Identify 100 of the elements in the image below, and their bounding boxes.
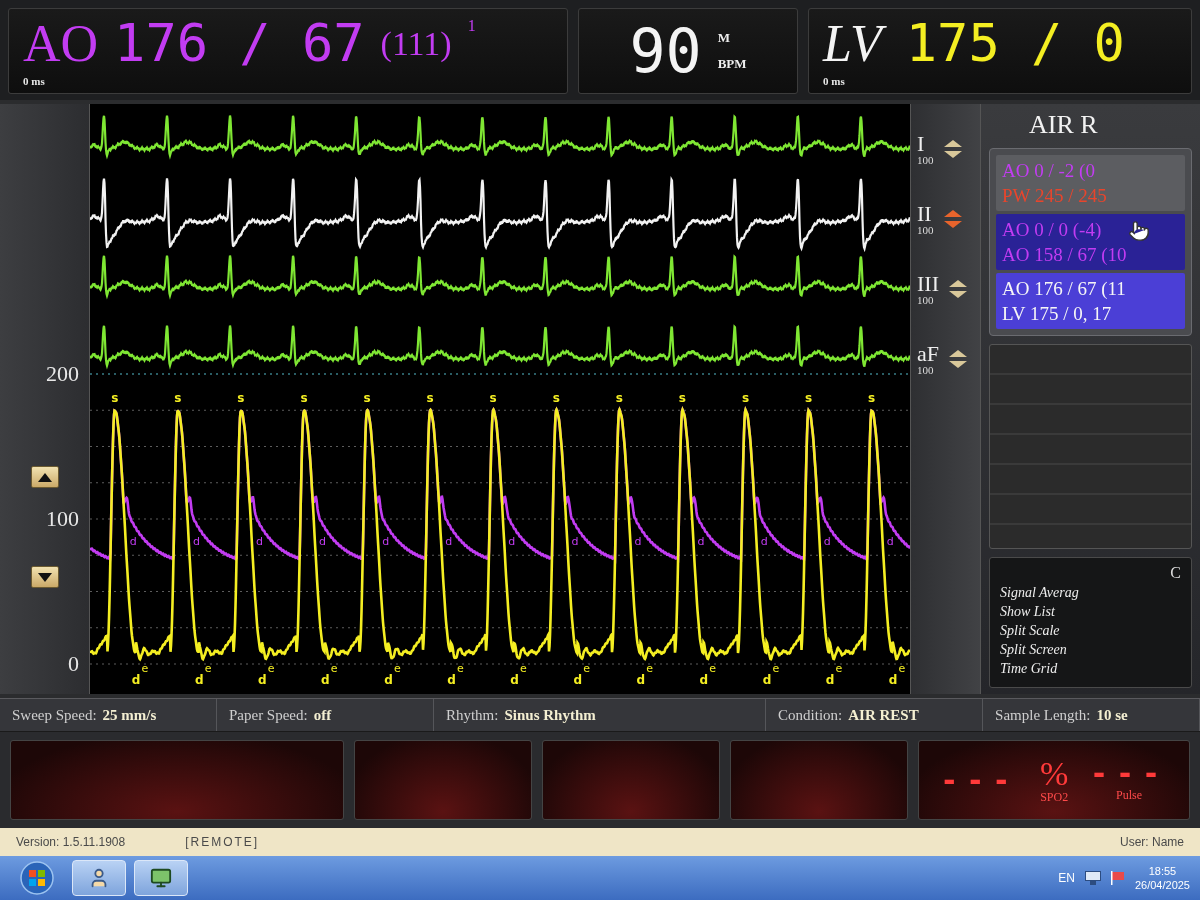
notch-marker: d <box>256 534 263 548</box>
pressure-value: 176 / 67 <box>114 15 365 73</box>
rate-unit: BPM <box>717 56 747 72</box>
recording-label: AO 0 / 0 (-4) <box>1002 218 1102 242</box>
channel-index: 1 <box>467 17 476 36</box>
options-title: C <box>1170 564 1181 582</box>
notch-marker: d <box>760 534 768 548</box>
down-triangle-icon <box>37 572 52 582</box>
systolic-marker: s <box>868 391 876 406</box>
notch-marker: d <box>823 534 831 548</box>
delay-caption: 0 ms <box>23 74 45 87</box>
info-field: Condition: AIR REST <box>766 699 984 731</box>
hand-pointer-icon <box>1128 220 1150 242</box>
diastolic-marker: d <box>573 673 582 687</box>
systolic-marker: s <box>426 391 434 406</box>
option-item[interactable]: Signal Averag <box>1000 585 1079 601</box>
lead-gain: 100 <box>917 224 934 236</box>
end-diastolic-marker: e <box>520 662 527 675</box>
systolic-marker: s <box>300 391 308 406</box>
notch-marker: d <box>697 534 705 548</box>
start-orb-icon <box>20 861 54 895</box>
lead-gain: 100 <box>917 294 935 306</box>
systolic-marker: s <box>741 391 750 406</box>
notch-marker: d <box>886 534 894 548</box>
option-item[interactable]: Split Scale <box>1000 623 1060 639</box>
recording-label: AO 158 / 67 (10 <box>1002 243 1127 267</box>
recording-label: LV 175 / 0, 17 <box>1002 302 1112 326</box>
mode-text: [REMOTE] <box>185 835 260 849</box>
info-field: Paper Speed: off <box>216 699 434 731</box>
flag-icon[interactable] <box>1110 871 1125 885</box>
end-diastolic-marker: e <box>709 662 717 675</box>
diastolic-marker: d <box>510 673 519 687</box>
diastolic-marker: d <box>321 673 330 687</box>
delay-caption: 0 ms <box>823 74 845 87</box>
computer-screen-icon[interactable] <box>1084 871 1101 885</box>
lead-gain: 100 <box>917 154 934 166</box>
notch-marker: d <box>129 534 137 548</box>
systolic-marker: s <box>489 391 497 406</box>
diastolic-marker: d <box>762 673 772 687</box>
up-triangle-icon <box>37 472 52 482</box>
mean-pressure: (111) <box>380 25 452 63</box>
systolic-marker: s <box>615 391 623 406</box>
diastolic-marker: d <box>447 673 456 687</box>
systolic-marker: s <box>237 391 245 406</box>
systolic-marker: s <box>552 391 560 406</box>
systolic-marker: s <box>678 391 686 406</box>
diastolic-marker: d <box>888 673 898 687</box>
systolic-marker: s <box>363 391 371 406</box>
scale-up-button[interactable] <box>30 466 59 488</box>
end-diastolic-marker: e <box>835 662 843 675</box>
lead-name: I <box>917 132 926 155</box>
scale-down-button[interactable] <box>30 566 59 588</box>
clock[interactable]: 18:55 26/04/2025 <box>1134 863 1190 893</box>
notch-marker: d <box>192 534 200 548</box>
pulse-label: Pulse <box>1116 789 1143 801</box>
channel-name: LV <box>823 15 890 73</box>
diastolic-marker: d <box>194 673 204 687</box>
notch-marker: d <box>319 534 327 548</box>
notch-marker: d <box>571 534 579 548</box>
notch-marker: d <box>382 534 390 548</box>
channel-name: AO <box>23 15 99 73</box>
end-diastolic-marker: e <box>267 662 275 675</box>
end-diastolic-marker: e <box>141 662 149 675</box>
info-field: Sweep Speed: 25 mm/s <box>0 699 217 731</box>
lead-name: III <box>917 272 939 295</box>
language-indicator[interactable]: EN <box>1058 871 1075 885</box>
up-down-arrows-icon[interactable] <box>947 278 969 300</box>
end-diastolic-marker: e <box>772 662 780 675</box>
end-diastolic-marker: e <box>330 662 338 675</box>
systolic-marker: s <box>805 391 813 406</box>
option-item[interactable]: Time Grid <box>1000 661 1058 677</box>
pressure-value: 175 / 0 <box>905 15 1125 73</box>
rate-source: M <box>717 30 731 46</box>
up-down-arrows-icon[interactable] <box>947 348 969 370</box>
end-diastolic-marker: e <box>204 662 212 675</box>
version-text: Version: 1.5.11.1908 <box>16 835 126 849</box>
monitor-app-button[interactable] <box>134 860 188 896</box>
recording-label: AO 0 / -2 (0 <box>1002 159 1095 183</box>
end-diastolic-marker: e <box>646 662 653 675</box>
info-field: Sample Length: 10 se <box>983 699 1200 731</box>
option-item[interactable]: Split Screen <box>1000 642 1067 658</box>
systolic-marker: s <box>111 391 119 406</box>
user-app-button[interactable] <box>72 860 126 896</box>
heart-rate-value: 90 <box>629 18 702 84</box>
option-item[interactable]: Show List <box>1000 604 1055 620</box>
recording-label: AO 176 / 67 (11 <box>1002 277 1126 301</box>
lead-name: II <box>917 202 933 225</box>
monitor-icon <box>150 867 172 889</box>
diastolic-marker: d <box>384 673 393 687</box>
diastolic-marker: d <box>636 673 646 687</box>
notch-marker: d <box>508 534 516 548</box>
scale-tick-label: 0 <box>68 653 79 675</box>
diastolic-marker: d <box>699 673 709 687</box>
scale-tick-label: 100 <box>46 508 79 530</box>
recording-entry[interactable]: AO 176 / 67 (11 LV 175 / 0, 17 <box>996 273 1185 329</box>
info-field: Rhythm: Sinus Rhythm <box>433 699 767 731</box>
scale-tick-label: 200 <box>46 363 79 385</box>
lead-name: aF <box>917 342 939 365</box>
panel-title: AIR R <box>1028 110 1099 140</box>
spo2-reading: --- <box>940 762 1019 798</box>
